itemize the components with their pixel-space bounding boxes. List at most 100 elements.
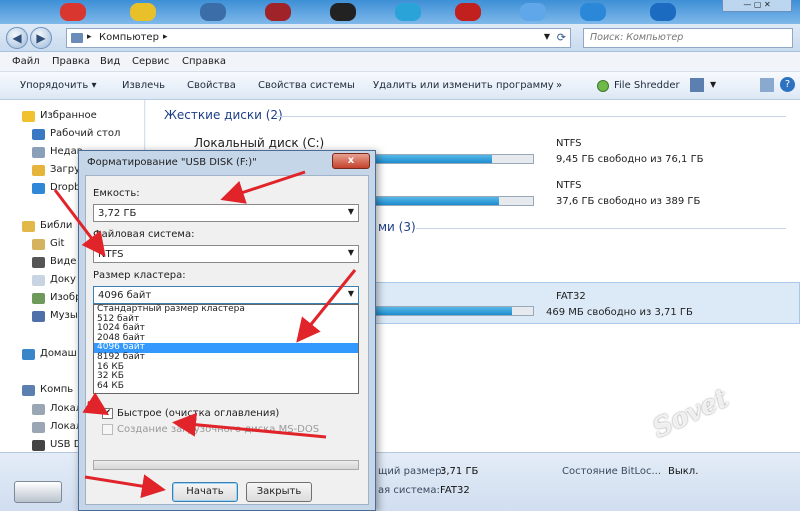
folder-icon: [32, 239, 45, 250]
chevron-down-icon: ▼: [347, 207, 354, 216]
menu-view[interactable]: Вид: [100, 56, 120, 67]
filesystem-value: FAT32: [440, 485, 470, 496]
forward-button[interactable]: ▶: [30, 27, 52, 49]
recent-places-icon: [32, 147, 45, 158]
format-dialog: Форматирование "USB DISK (F:)" x Емкость…: [78, 150, 376, 511]
search-input[interactable]: Поиск: Компьютер: [583, 28, 793, 48]
preview-pane-icon[interactable]: [760, 78, 774, 92]
documents-icon: [32, 275, 45, 286]
sidebar-item-computer[interactable]: Компь: [40, 384, 73, 395]
star-icon: [22, 111, 35, 122]
app-icon[interactable]: [580, 3, 606, 21]
cluster-option[interactable]: 8192 байт: [94, 352, 358, 363]
homegroup-icon: [22, 349, 35, 360]
cluster-option[interactable]: 64 КБ: [94, 381, 358, 392]
pictures-icon: [32, 293, 45, 304]
libraries-icon: [22, 221, 35, 232]
menu-edit[interactable]: Правка: [52, 56, 90, 67]
filesystem-label: ая система:: [378, 485, 440, 496]
dialog-title: Форматирование "USB DISK (F:)": [87, 157, 257, 168]
cluster-size-select[interactable]: 4096 байт ▼: [93, 286, 359, 304]
msdos-boot-label: Создание загрузочного диска MS-DOS: [117, 424, 320, 435]
app-icon[interactable]: [200, 3, 226, 21]
group-header-removable[interactable]: ми (3): [378, 220, 416, 234]
dialog-body: Емкость: 3,72 ГБ ▼ Файловая система: NTF…: [85, 175, 369, 505]
sidebar-item-video[interactable]: Виде: [50, 256, 76, 267]
menu-help[interactable]: Справка: [182, 56, 226, 67]
organize-button[interactable]: Упорядочить ▾: [20, 80, 96, 91]
usb-filesystem: FAT32: [556, 291, 586, 302]
desktop-icon: [32, 129, 45, 140]
cluster-option[interactable]: 32 КБ: [94, 372, 358, 382]
disk-c-filesystem: NTFS: [556, 138, 582, 149]
window-controls[interactable]: — ▢ ✕: [722, 0, 792, 12]
computer-icon: [22, 385, 35, 396]
cluster-size-dropdown-list: Стандартный размер кластера 512 байт 1024 …: [93, 304, 359, 394]
quick-format-checkbox[interactable]: ✔: [102, 408, 113, 419]
system-properties-button[interactable]: Свойства системы: [258, 80, 355, 91]
sidebar-item-git[interactable]: Git: [50, 238, 64, 249]
sidebar-item-documents[interactable]: Доку: [50, 274, 76, 285]
help-icon[interactable]: ?: [780, 77, 795, 92]
chevron-down-icon[interactable]: ▼: [544, 32, 550, 41]
address-bar[interactable]: ▸ Компьютер ▸ ▼ ⟳: [66, 28, 571, 48]
address-path[interactable]: Компьютер: [99, 32, 159, 43]
sidebar-item-libraries[interactable]: Библи: [40, 220, 72, 231]
disk-c-name[interactable]: Локальный диск (C:): [194, 136, 324, 150]
total-size-value: 3,71 ГБ: [440, 466, 479, 477]
dialog-close-button[interactable]: x: [332, 153, 370, 169]
app-icon[interactable]: [330, 3, 356, 21]
navigation-bar: ◀ ▶ ▸ Компьютер ▸ ▼ ⟳ Поиск: Компьютер: [0, 24, 800, 52]
cluster-option[interactable]: 16 КБ: [94, 362, 358, 373]
format-progress-bar: [93, 460, 359, 470]
app-icon[interactable]: [130, 3, 156, 21]
start-button[interactable]: Начать: [172, 482, 238, 502]
chevron-down-icon[interactable]: ▼: [710, 80, 716, 89]
drive-icon: [32, 404, 45, 415]
disk-c-free-space: 9,45 ГБ свободно из 76,1 ГБ: [556, 154, 704, 165]
sidebar-item-homegroup[interactable]: Домаш: [40, 348, 77, 359]
group-header-hard-drives[interactable]: Жесткие диски (2): [164, 108, 283, 122]
usb-drive-icon: [32, 440, 45, 451]
disk-d-filesystem: NTFS: [556, 180, 582, 191]
menu-tools[interactable]: Сервис: [132, 56, 169, 67]
close-button[interactable]: Закрыть: [246, 482, 312, 502]
menu-bar: Файл Правка Вид Сервис Справка: [0, 52, 800, 72]
bitlocker-label: Состояние BitLoc...: [562, 466, 662, 477]
file-shredder-button[interactable]: File Shredder: [614, 80, 680, 91]
capacity-select[interactable]: 3,72 ГБ ▼: [93, 204, 359, 222]
view-options-icon[interactable]: [690, 78, 704, 92]
msdos-boot-checkbox[interactable]: [102, 424, 113, 435]
usb-drive-large-icon: [14, 481, 62, 503]
chevron-down-icon: ▼: [347, 289, 354, 298]
properties-button[interactable]: Свойства: [187, 80, 236, 91]
sidebar-item-desktop[interactable]: Рабочий стол: [50, 128, 120, 139]
back-button[interactable]: ◀: [6, 27, 28, 49]
sidebar-item-downloads[interactable]: Загру: [50, 164, 80, 175]
filesystem-select[interactable]: NTFS ▼: [93, 245, 359, 263]
app-icon[interactable]: [265, 3, 291, 21]
eject-button[interactable]: Извлечь: [122, 80, 165, 91]
video-icon: [32, 257, 45, 268]
computer-icon: [71, 33, 83, 43]
app-icon[interactable]: [395, 3, 421, 21]
breadcrumb-chevron-icon[interactable]: ▸: [163, 32, 168, 42]
sidebar-item-favorites[interactable]: Избранное: [40, 110, 97, 121]
refresh-icon[interactable]: ⟳: [557, 31, 566, 44]
sidebar-item-dropbox[interactable]: Dropb: [50, 182, 80, 193]
menu-file[interactable]: Файл: [12, 56, 40, 67]
music-icon: [32, 311, 45, 322]
cluster-size-label: Размер кластера:: [93, 270, 186, 281]
sidebar-item-music[interactable]: Музы: [50, 310, 78, 321]
uninstall-program-button[interactable]: Удалить или изменить программу: [373, 80, 554, 91]
more-toolbar-button[interactable]: »: [556, 80, 562, 91]
sidebar-item-images[interactable]: Изобр: [50, 292, 81, 303]
filezilla-icon[interactable]: [455, 3, 481, 21]
app-icon[interactable]: [520, 3, 546, 21]
app-icon[interactable]: [650, 3, 676, 21]
sidebar-item-usb[interactable]: USB D: [50, 439, 81, 450]
filesystem-label: Файловая система:: [93, 229, 195, 240]
app-icon[interactable]: [60, 3, 86, 21]
chevron-down-icon: ▼: [347, 248, 354, 257]
taskbar-strip: — ▢ ✕: [0, 0, 800, 24]
